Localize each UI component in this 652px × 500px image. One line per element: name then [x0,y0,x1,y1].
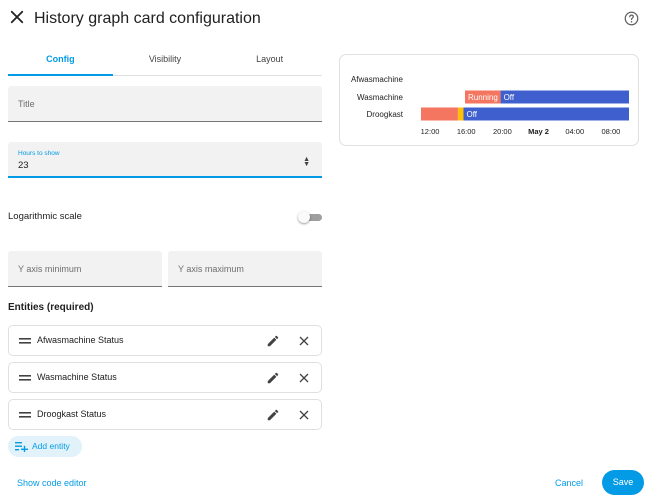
show-code-editor-button[interactable]: Show code editor [17,478,87,488]
help-circle-icon[interactable] [624,11,639,26]
close-icon[interactable] [298,335,310,347]
timeline-segment-label: Running [468,93,498,102]
title-field[interactable]: Title [8,86,322,122]
timeline-segment-label: Off [467,110,478,119]
timeline-row-label: Wasmachine [357,93,403,102]
add-entity-label: Add entity [32,441,70,451]
cancel-button[interactable]: Cancel [555,478,583,488]
tab-config[interactable]: Config [8,44,113,76]
pencil-icon[interactable] [266,408,280,422]
dialog-title: History graph card configuration [34,10,261,27]
x-axis-tick-label: May 2 [528,127,549,136]
hours-to-show-label: Hours to show [18,150,60,157]
entity-row: Droogkast Status [8,399,322,430]
timeline-segment[interactable] [457,107,464,121]
timeline-row-label: Droogkast [367,110,404,119]
hours-to-show-field[interactable]: Hours to show 23 ▲ ▼ [8,142,322,178]
number-stepper-icon[interactable]: ▲ ▼ [303,156,310,168]
history-graph-preview: Afwasmachine Wasmachine Running Off Droogkas… [339,54,639,146]
timeline-segment[interactable] [500,90,629,104]
timeline-segment[interactable] [463,107,629,121]
save-button[interactable]: Save [602,470,644,495]
timeline-row-label: Afwasmachine [351,75,404,84]
entity-row: Wasmachine Status [8,362,322,393]
drag-handle-icon[interactable] [19,373,31,383]
dialog-header: History graph card configuration [0,0,652,38]
tab-visibility[interactable]: Visibility [113,44,218,75]
timeline-segment[interactable] [421,107,458,121]
entity-name: Afwasmachine Status [37,335,124,345]
entities-heading: Entities (required) [8,302,94,313]
entity-name: Wasmachine Status [37,372,117,382]
tab-bar: Config Visibility Layout [8,44,322,76]
entity-row: Afwasmachine Status [8,325,322,356]
timeline-segment-label: Off [504,93,515,102]
drag-handle-icon[interactable] [19,410,31,420]
drag-handle-icon[interactable] [19,336,31,346]
entity-name: Droogkast Status [37,409,107,419]
pencil-icon[interactable] [266,334,280,348]
y-axis-minimum-placeholder: Y axis minimum [18,263,82,274]
y-axis-minimum-field[interactable]: Y axis minimum [8,251,162,287]
y-axis-maximum-placeholder: Y axis maximum [178,263,244,274]
log-scale-label: Logarithmic scale [8,211,82,222]
title-placeholder: Title [18,98,35,109]
hours-to-show-value: 23 [18,160,29,171]
x-axis-tick-label: 04:00 [565,127,584,136]
x-axis-tick-label: 08:00 [602,127,621,136]
timeline-chart: Afwasmachine Wasmachine Running Off Droogkas… [351,75,629,136]
add-entity-button[interactable]: Add entity [8,436,82,457]
playlist-plus-icon [15,442,28,452]
y-axis-maximum-field[interactable]: Y axis maximum [168,251,322,287]
pencil-icon[interactable] [266,371,280,385]
x-axis-tick-label: 20:00 [493,127,512,136]
x-axis-tick-label: 16:00 [457,127,476,136]
close-icon[interactable] [298,372,310,384]
close-icon[interactable] [8,8,26,26]
toggle-knob [298,211,310,223]
close-icon[interactable] [298,409,310,421]
log-scale-toggle[interactable] [298,211,322,223]
x-axis-tick-label: 12:00 [421,127,440,136]
tab-layout[interactable]: Layout [217,44,322,75]
